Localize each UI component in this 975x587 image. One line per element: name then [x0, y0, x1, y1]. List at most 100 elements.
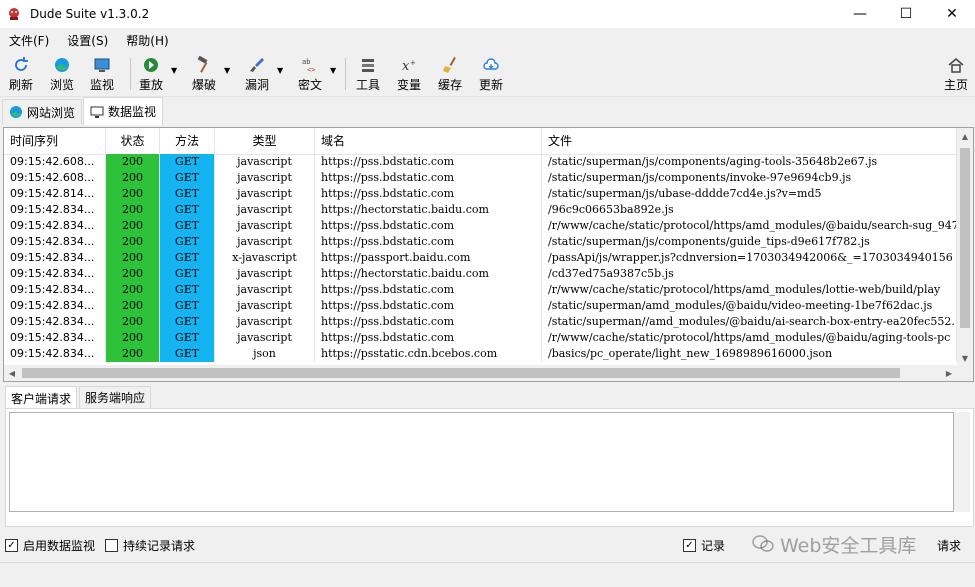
cell-status: 200: [106, 202, 160, 218]
column-header-method[interactable]: 方法: [160, 128, 215, 154]
cell-file: /static/superman/js/components/aging-too…: [542, 154, 957, 170]
cell-time: 09:15:42.814...: [4, 186, 106, 202]
update-button[interactable]: 更新: [476, 55, 506, 93]
vuln-dropdown-icon[interactable]: ▼: [277, 66, 283, 75]
column-header-file[interactable]: 文件: [542, 128, 957, 154]
brute-label: 爆破: [191, 78, 216, 92]
svg-text:+: +: [410, 59, 416, 67]
cell-time: 09:15:42.834...: [4, 202, 106, 218]
table-row[interactable]: 09:15:42.834... 200 GET x-javascript https:/…: [4, 250, 957, 266]
column-header-domain[interactable]: 域名: [315, 128, 542, 154]
replay-dropdown-icon[interactable]: ▼: [171, 66, 177, 75]
browse-button[interactable]: 浏览: [47, 55, 77, 93]
cell-status: 200: [106, 234, 160, 250]
cell-status: 200: [106, 266, 160, 282]
cell-file: /static/superman/amd_modules/@baidu/vide…: [542, 298, 957, 314]
cell-time: 09:15:42.834...: [4, 314, 106, 330]
table-row[interactable]: 09:15:42.834... 200 GET javascript https://p…: [4, 234, 957, 250]
cell-type: json: [215, 346, 315, 362]
table-row[interactable]: 09:15:42.834... 200 GET javascript https://p…: [4, 330, 957, 346]
status-bar: [0, 562, 975, 587]
menu-help[interactable]: 帮助(H): [117, 32, 177, 49]
tab-client-request[interactable]: 客户端请求: [5, 386, 78, 409]
cell-file: /r/www/cache/static/protocol/https/amd_m…: [542, 218, 957, 234]
tab-website-browse[interactable]: 网站浏览: [2, 99, 83, 124]
cell-type: javascript: [215, 218, 315, 234]
table-row[interactable]: 09:15:42.834... 200 GET javascript https://p…: [4, 298, 957, 314]
cell-file: /96c9c06653ba892e.js: [542, 202, 957, 218]
record-checkbox[interactable]: ✓ 记录: [683, 537, 725, 554]
column-header-status[interactable]: 状态: [106, 128, 160, 154]
edge-browser-icon: [52, 55, 72, 75]
home-label: 主页: [943, 78, 968, 92]
tab-server-response[interactable]: 服务端响应: [79, 386, 152, 408]
scroll-up-icon[interactable]: ▲: [957, 128, 973, 144]
cell-domain: https://hectorstatic.baidu.com: [315, 266, 542, 282]
continuous-record-checkbox[interactable]: 持续记录请求: [105, 537, 195, 554]
cell-method: GET: [160, 314, 215, 330]
cell-time: 09:15:42.608...: [4, 170, 106, 186]
brute-dropdown-icon[interactable]: ▼: [224, 66, 230, 75]
tools-label: 工具: [355, 78, 380, 92]
menu-file[interactable]: 文件(F): [0, 32, 58, 49]
maximize-button[interactable]: ☐: [883, 0, 929, 28]
table-vertical-scrollbar[interactable]: ▲ ▼: [957, 128, 973, 366]
table-body: 09:15:42.608... 200 GET javascript https://p…: [4, 154, 957, 366]
tab-data-monitor[interactable]: 数据监视: [83, 97, 164, 125]
table-horizontal-scrollbar[interactable]: ◀ ▶: [4, 365, 957, 381]
toolbar-separator: [130, 58, 131, 90]
edge-browser-icon: [9, 105, 23, 119]
tab-data-monitor-label: 数据监视: [108, 105, 157, 119]
refresh-button[interactable]: 刷新: [6, 55, 36, 93]
tools-button[interactable]: 工具: [353, 55, 383, 93]
cell-status: 200: [106, 218, 160, 234]
crypto-button[interactable]: ab <> 密文: [295, 55, 325, 93]
scroll-left-icon[interactable]: ◀: [4, 365, 20, 381]
table-row[interactable]: 09:15:42.834... 200 GET json https://psstati…: [4, 346, 957, 362]
request-table[interactable]: 时间序列 状态 方法 类型 域名 文件 09:15:42.608... 200 GE…: [3, 127, 974, 382]
table-row[interactable]: 09:15:42.814... 200 GET javascript https://p…: [4, 186, 957, 202]
crypto-dropdown-icon[interactable]: ▼: [330, 66, 336, 75]
cell-file: /r/www/cache/static/protocol/https/amd_m…: [542, 282, 957, 298]
home-button[interactable]: 主页: [941, 55, 971, 93]
cell-method: GET: [160, 154, 215, 170]
table-row[interactable]: 09:15:42.834... 200 GET javascript https://p…: [4, 314, 957, 330]
cache-button[interactable]: 缓存: [435, 55, 465, 93]
vertical-scroll-thumb[interactable]: [960, 148, 970, 328]
enable-monitor-label: 启用数据监视: [23, 539, 96, 553]
enable-monitor-checkbox[interactable]: ✓ 启用数据监视: [5, 537, 95, 554]
table-row[interactable]: 09:15:42.834... 200 GET javascript https://p…: [4, 282, 957, 298]
horizontal-scroll-thumb[interactable]: [22, 368, 900, 378]
tab-website-browse-label: 网站浏览: [27, 105, 76, 120]
monitor-button[interactable]: 监视: [87, 55, 117, 93]
hammer-icon: [194, 55, 214, 75]
cell-method: GET: [160, 330, 215, 346]
vars-button[interactable]: x + 变量: [394, 55, 424, 93]
menu-settings[interactable]: 设置(S): [58, 32, 117, 49]
scroll-down-icon[interactable]: ▼: [957, 350, 973, 366]
main-tab-strip: 网站浏览 数据监视: [0, 97, 975, 125]
replay-button[interactable]: 重放: [136, 55, 166, 93]
table-row[interactable]: 09:15:42.834... 200 GET javascript https://p…: [4, 218, 957, 234]
table-row[interactable]: 09:15:42.608... 200 GET javascript https://p…: [4, 154, 957, 170]
scrollbar-corner: [957, 365, 973, 381]
cell-status: 200: [106, 154, 160, 170]
table-row[interactable]: 09:15:42.608... 200 GET javascript https://p…: [4, 170, 957, 186]
close-button[interactable]: ✕: [929, 0, 975, 28]
table-row[interactable]: 09:15:42.834... 200 GET javascript https://h…: [4, 266, 957, 282]
column-header-type[interactable]: 类型: [215, 128, 315, 154]
cell-status: 200: [106, 346, 160, 362]
table-row[interactable]: 09:15:42.834... 200 GET javascript https://h…: [4, 202, 957, 218]
column-header-time[interactable]: 时间序列: [4, 128, 106, 154]
cell-type: javascript: [215, 314, 315, 330]
replay-label: 重放: [138, 78, 163, 92]
cell-method: GET: [160, 202, 215, 218]
watermark: Web安全工具库: [752, 529, 916, 559]
cell-method: GET: [160, 186, 215, 202]
minimize-button[interactable]: —: [837, 0, 883, 28]
brute-button[interactable]: 爆破: [189, 55, 219, 93]
request-text-area[interactable]: [9, 412, 954, 512]
vuln-button[interactable]: 漏洞: [242, 55, 272, 93]
request-vertical-scrollbar[interactable]: [954, 412, 970, 512]
scroll-right-icon[interactable]: ▶: [941, 365, 957, 381]
